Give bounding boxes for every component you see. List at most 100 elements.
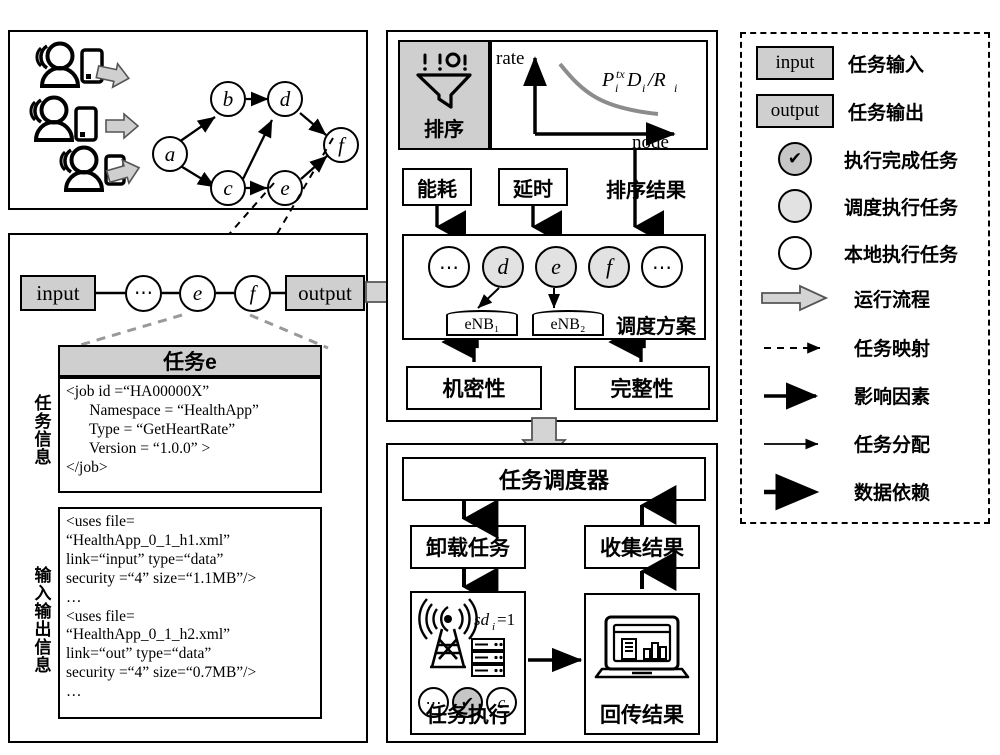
legend-item-allocation: 任务分配 — [760, 430, 930, 457]
legend-item-output: output 任务输出 — [756, 94, 924, 128]
check-circle-swatch: ✔ — [778, 142, 812, 176]
white-circle-swatch — [778, 236, 812, 270]
code-line: security =“4” size=“0.7MB”/> — [66, 664, 257, 682]
dashed-arrow-icon — [764, 341, 821, 354]
bold-arrow-icon — [764, 381, 819, 410]
user-group-icon — [35, 41, 104, 88]
legend-item-input: input 任务输入 — [756, 46, 924, 80]
svg-text:sd: sd — [474, 610, 490, 629]
legend-item-mapping: 任务映射 — [760, 334, 930, 361]
dag-node-label: e — [280, 175, 290, 200]
code-line: link=“out” type=“data” — [66, 645, 212, 663]
execution-icons: sd i =1 — [418, 598, 515, 677]
legend-label: 影响因素 — [854, 387, 931, 408]
cell-tower-icon — [418, 598, 478, 669]
task-execution-box: sd i =1 ⋯ ✔ c 任务执行 — [410, 591, 526, 735]
gray-circle-swatch — [778, 189, 812, 223]
legend-item-scheduled: 调度执行任务 — [778, 189, 958, 223]
dag-node-label: d — [279, 86, 291, 111]
integrity-box: 完整性 — [574, 366, 710, 410]
chain-node-label: f — [249, 281, 256, 305]
code-line: Type = “GetHeartRate” — [66, 420, 236, 438]
output-swatch-label: output — [770, 100, 820, 121]
legend-label: 任务分配 — [854, 435, 931, 456]
code-line: Version = “1.0.0” > — [66, 439, 211, 457]
legend-label: 任务输入 — [848, 54, 925, 76]
code-line: link=“input” type=“data” — [66, 550, 224, 568]
legend-item-influence: 影响因素 — [760, 381, 931, 410]
code-line: <uses file= — [66, 513, 135, 530]
check-icon: ✔ — [787, 149, 803, 168]
task-header-label: 任务e — [163, 351, 217, 374]
enb2-cylinder: eNB₂ — [532, 310, 604, 336]
legend-label: 调度执行任务 — [844, 197, 959, 219]
enb1-cylinder: eNB₁ — [446, 310, 518, 336]
code-line: <job id =“HA00000X” — [66, 383, 210, 400]
block-arrow-icon — [761, 284, 829, 312]
dag-node-e: e — [267, 170, 303, 206]
legend-label: 本地执行任务 — [844, 244, 959, 266]
return-result-label: 回传结果 — [600, 704, 684, 727]
users-and-dag-panel: a b c d e f — [8, 30, 368, 210]
code-line: Namespace = “HealthApp” — [66, 401, 259, 419]
chain-node-label: e — [192, 281, 203, 305]
dag-node-label: a — [164, 141, 176, 166]
laptop-chart-icon — [594, 615, 690, 679]
dag-node-a: a — [152, 136, 188, 172]
dag-node-c: c — [210, 170, 246, 206]
task-detail-panel: input output ⋯ e f 任务信息 输入输出信息 任务e <job … — [8, 233, 368, 743]
legend-label: 任务映射 — [854, 339, 931, 360]
code-line: … — [66, 588, 82, 606]
task-info-side-label: 任务信息 — [31, 394, 51, 466]
legend-label: 执行完成任务 — [844, 150, 959, 172]
code-line: <uses file= — [66, 607, 135, 625]
io-info-code: <uses file= “HealthApp_0_1_h1.xml” link=… — [58, 507, 322, 719]
code-line: </job> — [66, 458, 108, 476]
svg-text:=1: =1 — [497, 610, 515, 629]
confidentiality-box: 机密性 — [406, 366, 542, 410]
thin-arrow-icon — [764, 438, 819, 449]
io-info-side-label: 输入输出信息 — [31, 566, 51, 674]
code-line: “HealthApp_0_1_h2.xml” — [66, 626, 231, 644]
enb-label: eNB₂ — [550, 315, 586, 333]
dag-node-label: c — [223, 175, 233, 200]
confidentiality-label: 机密性 — [442, 378, 506, 401]
legend-label: 运行流程 — [854, 289, 931, 311]
task-scheduler-panel: 任务调度器 卸载任务 收集结果 sd i =1 ⋯ ✔ c 任务执行 回传结果 — [386, 443, 718, 743]
chain-node-label: ⋯ — [134, 283, 153, 304]
dag-edges — [178, 91, 328, 196]
legend-panel: input 任务输入 output 任务输出 ✔ 执行完成任务 调度执行任务 本… — [740, 32, 990, 524]
chain-node-e: e — [179, 275, 216, 312]
legend-item-local: 本地执行任务 — [778, 236, 958, 270]
flow-arrow-icon — [105, 112, 140, 140]
dag-node-label: b — [222, 86, 234, 111]
dag-node-b: b — [210, 81, 246, 117]
dag-node-label: f — [338, 132, 344, 157]
output-swatch: output — [756, 94, 834, 128]
legend-label: 数据依赖 — [854, 483, 931, 504]
task-detail-header: 任务e — [58, 345, 322, 377]
task-execution-label: 任务执行 — [426, 704, 510, 727]
scheduling-scheme-box: ⋯ d e f ⋯ eNB₁ eNB₂ 调度方案 — [402, 234, 706, 340]
chain-node-ellipsis: ⋯ — [125, 275, 162, 312]
user-group-icon — [29, 95, 98, 142]
legend-item-dependency: 数据依赖 — [760, 473, 931, 510]
input-swatch-label: input — [775, 52, 815, 73]
legend-label: 任务输出 — [848, 102, 925, 124]
code-line: … — [66, 683, 82, 701]
task-info-code: <job id =“HA00000X” Namespace = “HealthA… — [58, 377, 322, 493]
sd-formula: sd i =1 — [474, 610, 515, 633]
return-result-box: 回传结果 — [584, 593, 700, 735]
users-dag-graphics — [29, 41, 328, 196]
code-line: “HealthApp_0_1_h1.xml” — [66, 531, 231, 549]
dag-node-d: d — [267, 81, 303, 117]
integrity-label: 完整性 — [610, 378, 674, 401]
server-rack-icon — [471, 638, 505, 677]
input-swatch: input — [756, 46, 834, 80]
legend-item-run-flow: 运行流程 — [760, 284, 930, 312]
code-line: security =“4” size=“1.1MB”/> — [66, 569, 257, 587]
chain-node-f: f — [234, 275, 271, 312]
diagram-root: a b c d e f input output ⋯ e f 任务信息 输入输出… — [0, 0, 1000, 755]
dag-node-f: f — [323, 127, 359, 163]
scheme-label: 调度方案 — [616, 316, 696, 338]
